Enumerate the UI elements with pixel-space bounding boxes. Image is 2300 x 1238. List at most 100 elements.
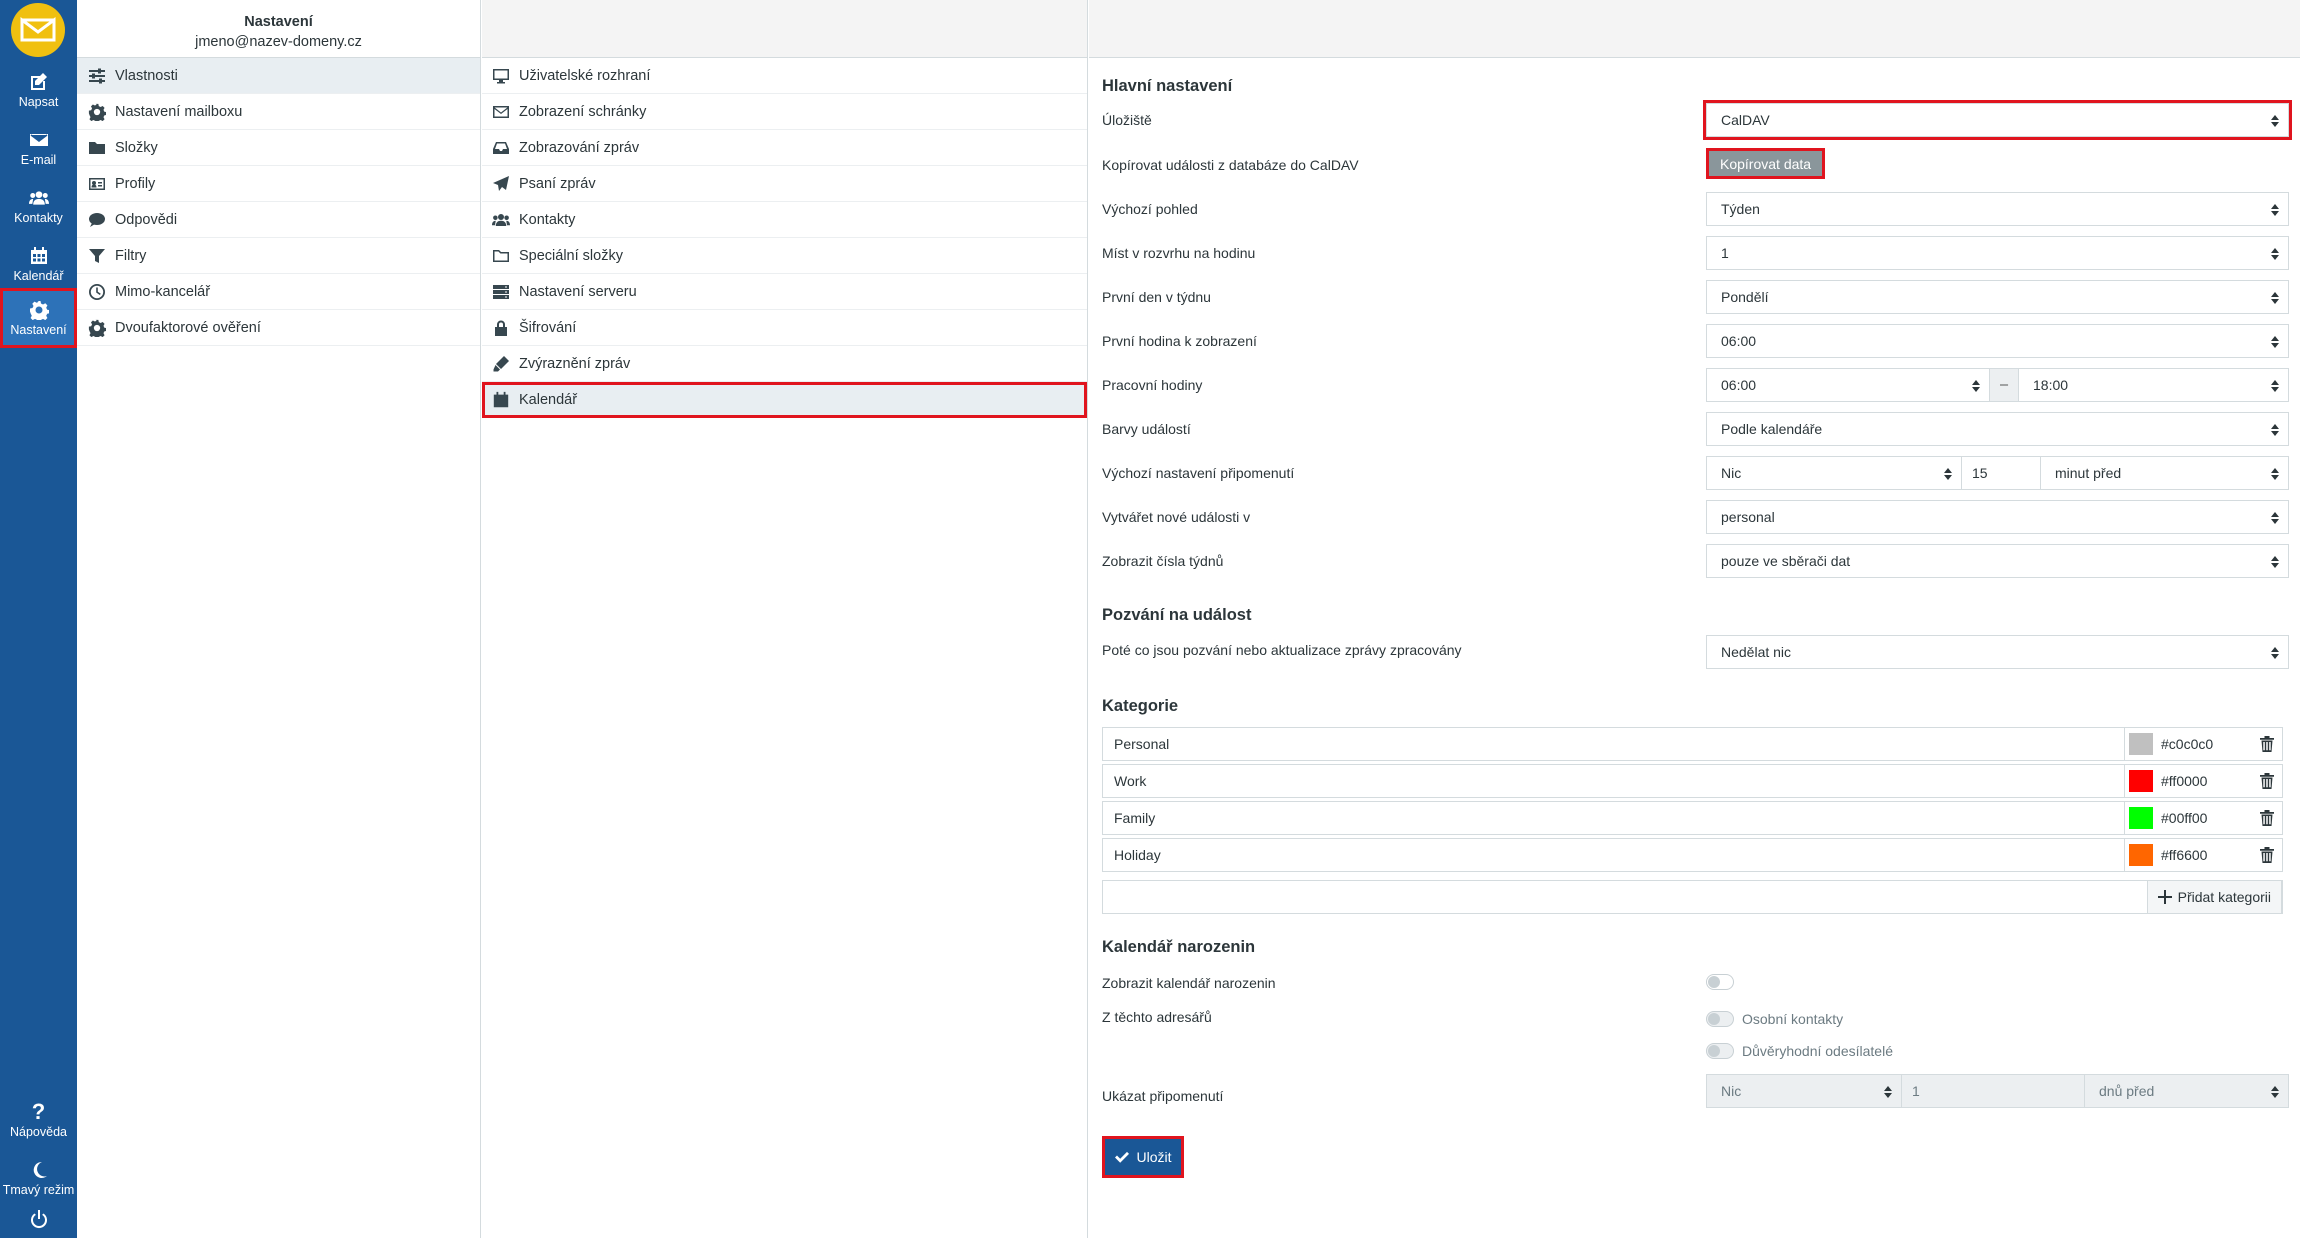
- section-item-label: Odpovědi: [115, 211, 178, 228]
- pref-item-encryption[interactable]: Šifrování: [482, 310, 1087, 346]
- category-name-input[interactable]: Personal: [1103, 728, 2124, 760]
- color-swatch[interactable]: [2129, 807, 2153, 829]
- section-invite-title: Pozvání na událost: [1102, 606, 1252, 624]
- section-item-responses[interactable]: Odpovědi: [77, 202, 480, 238]
- copy-data-button[interactable]: Kopírovat data: [1706, 148, 1826, 179]
- section-categories-title: Kategorie: [1102, 697, 1179, 715]
- rail-logout[interactable]: [0, 1202, 77, 1238]
- invite-action-value: Nedělat nic: [1721, 644, 1792, 660]
- event-colors-label: Barvy událostí: [1102, 421, 1191, 437]
- alarm-unit-select[interactable]: minut před: [2040, 456, 2289, 490]
- delete-category-button[interactable]: [2252, 802, 2282, 834]
- rail-contacts-label: Kontakty: [14, 210, 63, 225]
- addressbook-trusted-label: Důvěryhodní odesílatelé: [1742, 1043, 1893, 1059]
- section-item-label: Mimo-kancelář: [115, 283, 211, 300]
- rail-email-label: E-mail: [20, 152, 57, 167]
- pref-item-contacts[interactable]: Kontakty: [482, 202, 1087, 238]
- invite-action-select[interactable]: Nedělat nic: [1706, 635, 2289, 669]
- section-item-out-of-office[interactable]: Mimo-kancelář: [77, 274, 480, 310]
- work-hours-from-value: 06:00: [1721, 377, 1757, 393]
- delete-category-button[interactable]: [2252, 839, 2282, 871]
- pref-item-label: Speciální složky: [519, 247, 623, 264]
- alarm-offset-input[interactable]: 15: [1961, 456, 2041, 490]
- app-rail: Napsat E-mail Kontakty Kalendář Nastaven…: [0, 0, 77, 1238]
- category-name-input[interactable]: Work: [1103, 765, 2124, 797]
- pref-item-label: Zobrazování zpráv: [519, 139, 640, 156]
- week-numbers-select[interactable]: pouze ve sběrači dat: [1706, 544, 2289, 578]
- rail-help[interactable]: ? Nápověda: [0, 1092, 77, 1148]
- category-name-input[interactable]: Family: [1103, 802, 2124, 834]
- save-button[interactable]: Uložit: [1102, 1136, 1184, 1178]
- add-category-button[interactable]: Přidat kategorii: [2146, 880, 2282, 914]
- rail-email[interactable]: E-mail: [0, 120, 77, 176]
- section-item-vlastnosti[interactable]: Vlastnosti: [77, 58, 480, 94]
- color-swatch[interactable]: [2129, 844, 2153, 866]
- delete-category-button[interactable]: [2252, 728, 2282, 760]
- rail-contacts[interactable]: Kontakty: [0, 178, 77, 234]
- first-hour-select[interactable]: 06:00: [1706, 324, 2289, 358]
- section-item-label: Složky: [115, 139, 158, 156]
- category-color-input[interactable]: #c0c0c0: [2124, 728, 2252, 760]
- section-item-label: Profily: [115, 175, 156, 192]
- section-item-folders[interactable]: Složky: [77, 130, 480, 166]
- pref-item-highlight[interactable]: Zvýraznění zpráv: [482, 346, 1087, 382]
- event-colors-select[interactable]: Podle kalendáře: [1706, 412, 2289, 446]
- color-swatch[interactable]: [2129, 770, 2153, 792]
- pref-item-special-folders[interactable]: Speciální složky: [482, 238, 1087, 274]
- section-item-identities[interactable]: Profily: [77, 166, 480, 202]
- color-swatch[interactable]: [2129, 733, 2153, 755]
- help-icon: ?: [31, 1098, 46, 1124]
- rail-darkmode[interactable]: Tmavý režim: [0, 1150, 77, 1206]
- pref-item-label: Zobrazení schránky: [519, 103, 647, 120]
- work-hours-from-select[interactable]: 06:00: [1706, 368, 1990, 402]
- rail-settings[interactable]: Nastavení: [0, 288, 77, 348]
- birthday-alarm-type-select[interactable]: Nic: [1706, 1074, 1902, 1108]
- pref-item-message-view[interactable]: Zobrazování zpráv: [482, 130, 1087, 166]
- category-color-input[interactable]: #ff6600: [2124, 839, 2252, 871]
- birthdays-from-label: Z těchto adresářů: [1102, 1009, 1212, 1025]
- pref-item-ui[interactable]: Uživatelské rozhraní: [482, 58, 1087, 94]
- section-item-filters[interactable]: Filtry: [77, 238, 480, 274]
- pref-item-calendar[interactable]: Kalendář: [482, 382, 1087, 418]
- preferences-header: [482, 0, 1087, 58]
- section-item-mailbox[interactable]: Nastavení mailboxu: [77, 94, 480, 130]
- calendar-preferences-panel: Hlavní nastavení Úložiště CalDAV Kopírov…: [1089, 0, 2300, 1238]
- new-category-input[interactable]: Přidat kategorii: [1102, 880, 2283, 914]
- comment-icon: [89, 212, 105, 227]
- delete-category-button[interactable]: [2252, 765, 2282, 797]
- alarm-type-select[interactable]: Nic: [1706, 456, 1962, 490]
- work-hours-to-select[interactable]: 18:00: [2018, 368, 2289, 402]
- pref-item-label: Šifrování: [519, 319, 577, 336]
- lock-icon: [495, 320, 507, 336]
- category-color-input[interactable]: #ff0000: [2124, 765, 2252, 797]
- storage-select[interactable]: CalDAV: [1703, 100, 2292, 140]
- inbox-icon: [493, 141, 509, 154]
- category-name-input[interactable]: Holiday: [1103, 839, 2124, 871]
- first-day-select[interactable]: Pondělí: [1706, 280, 2289, 314]
- pref-item-mailbox-view[interactable]: Zobrazení schránky: [482, 94, 1087, 130]
- app-logo-icon[interactable]: [11, 3, 65, 57]
- rail-calendar[interactable]: Kalendář: [0, 236, 77, 292]
- rail-compose[interactable]: Napsat: [0, 62, 77, 118]
- birthday-alarm-unit-select[interactable]: dnů před: [2084, 1074, 2289, 1108]
- category-color-input[interactable]: #00ff00: [2124, 802, 2252, 834]
- birthday-alarm-unit-value: dnů před: [2099, 1083, 2155, 1099]
- gear-icon: [88, 103, 106, 121]
- default-view-value: Týden: [1721, 201, 1760, 217]
- pref-item-label: Psaní zpráv: [519, 175, 596, 192]
- alarm-unit-value: minut před: [2055, 465, 2122, 481]
- trash-icon: [2260, 810, 2274, 826]
- section-item-2fa[interactable]: Dvoufaktorové ověření: [77, 310, 480, 346]
- server-icon: [493, 284, 509, 299]
- birthday-alarm-offset-input[interactable]: 1: [1901, 1074, 2085, 1108]
- pref-item-server[interactable]: Nastavení serveru: [482, 274, 1087, 310]
- alarm-offset-value: 15: [1972, 465, 1988, 481]
- time-slots-select[interactable]: 1: [1706, 236, 2289, 270]
- clock-icon: [89, 283, 105, 300]
- addressbook-trusted-toggle[interactable]: [1706, 1043, 1734, 1059]
- new-events-calendar-select[interactable]: personal: [1706, 500, 2289, 534]
- addressbook-personal-toggle[interactable]: [1706, 1011, 1734, 1027]
- birthdays-show-toggle[interactable]: [1706, 974, 1734, 990]
- pref-item-compose[interactable]: Psaní zpráv: [482, 166, 1087, 202]
- default-view-select[interactable]: Týden: [1706, 192, 2289, 226]
